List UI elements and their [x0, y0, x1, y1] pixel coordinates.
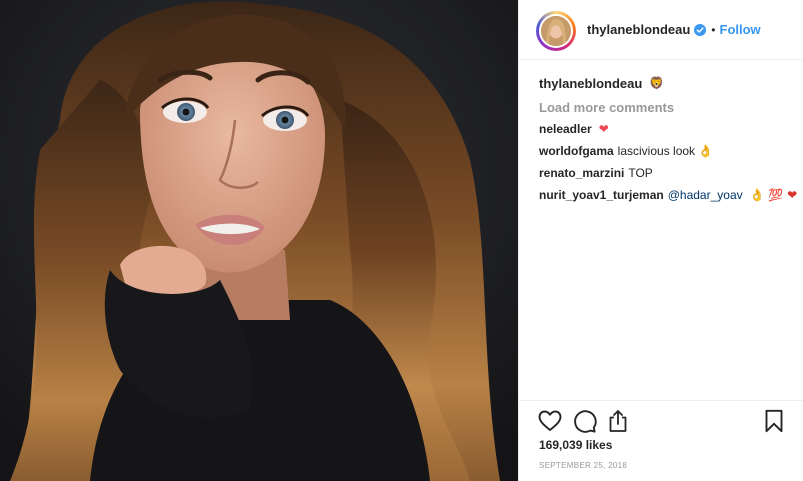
avatar[interactable] [539, 14, 573, 48]
comment-item: nurit_yoav1_turjeman @hadar_yoav 👌 💯 ❤ [539, 184, 797, 206]
follow-button[interactable]: Follow [720, 22, 761, 37]
post-header: thylaneblondeau • Follow [519, 0, 803, 60]
comment-item: neleadler ❤ [539, 118, 794, 140]
verified-badge-icon [694, 23, 707, 36]
post-date: SEPTEMBER 25, 2018 [539, 461, 628, 470]
action-bar [519, 400, 803, 440]
comment-username[interactable]: nurit_yoav1_turjeman [539, 188, 664, 202]
likes-count[interactable]: 169,039 likes [539, 438, 612, 452]
comment-username[interactable]: worldofgama [539, 144, 614, 158]
caption-username[interactable]: thylaneblondeau [539, 76, 642, 91]
separator-dot: • [711, 22, 716, 37]
instagram-post: thylaneblondeau • Follow thylaneblondeau… [0, 0, 803, 481]
comment-username[interactable]: neleadler [539, 122, 592, 136]
post-side-panel: thylaneblondeau • Follow thylaneblondeau… [518, 0, 803, 481]
author-username[interactable]: thylaneblondeau [587, 22, 690, 37]
comments-list: thylaneblondeau 🦁 Load more comments nel… [539, 70, 797, 206]
share-icon[interactable] [605, 408, 631, 434]
comment-item: renato_marzini TOP [539, 162, 794, 184]
bookmark-icon[interactable] [761, 408, 787, 434]
avatar-image [541, 16, 571, 46]
comment-username[interactable]: renato_marzini [539, 166, 624, 180]
comment-emoji: ❤ [598, 122, 609, 136]
lion-emoji: 🦁 [649, 76, 665, 90]
comment-icon[interactable] [571, 408, 597, 434]
portrait-photo [0, 0, 518, 481]
story-ring[interactable] [536, 11, 576, 51]
author-row: thylaneblondeau • Follow [587, 22, 761, 37]
post-photo[interactable] [0, 0, 518, 481]
comment-item: worldofgama lascivious look 👌 [539, 140, 794, 162]
comment-mention[interactable]: @hadar_yoav [668, 188, 743, 202]
caption: thylaneblondeau 🦁 [539, 70, 794, 96]
comment-text: lascivious look [617, 144, 696, 158]
comment-text: TOP [628, 166, 653, 180]
comment-emoji: 👌 [698, 144, 713, 158]
comment-emoji: 👌 💯 ❤ [749, 188, 798, 202]
load-more-comments-button[interactable]: Load more comments [539, 96, 794, 118]
heart-icon[interactable] [537, 408, 563, 434]
